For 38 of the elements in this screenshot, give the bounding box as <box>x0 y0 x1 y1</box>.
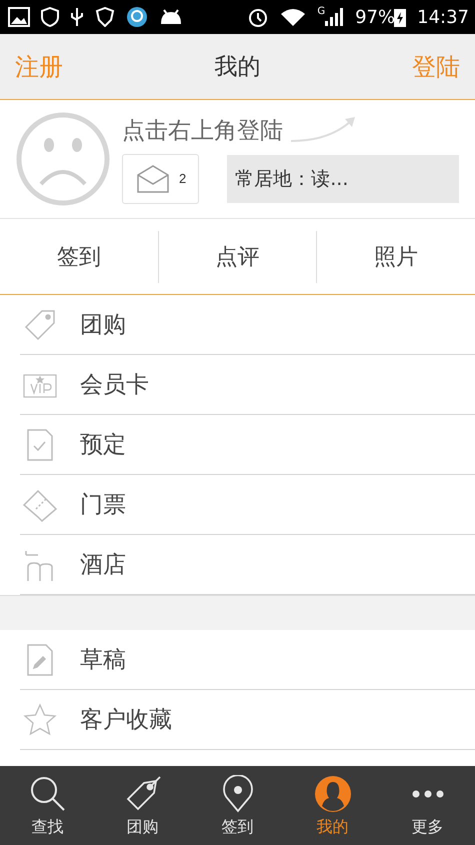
user-icon <box>314 774 352 812</box>
shield-icon <box>41 7 59 27</box>
page-title: 我的 <box>214 53 260 82</box>
battery-percent: 97% <box>355 6 396 28</box>
sad-face-icon <box>16 112 110 206</box>
menu-item[interactable]: 预定 <box>20 415 475 474</box>
stat-tab[interactable]: 点评 <box>158 230 316 282</box>
nav-tab[interactable]: 签到 <box>190 766 285 845</box>
stat-tab[interactable]: 签到 <box>0 230 158 282</box>
star-icon <box>22 702 58 738</box>
nav-tab[interactable]: 查找 <box>0 766 95 845</box>
alarm-icon <box>247 6 270 28</box>
menu-item[interactable]: 客户收藏 <box>20 690 475 749</box>
wifi-icon <box>280 7 306 27</box>
menu-item[interactable]: 酒店 <box>20 535 475 594</box>
usb-icon <box>70 7 84 27</box>
nav-tab[interactable]: 更多 <box>380 766 475 845</box>
battery-icon <box>394 7 406 27</box>
clock: 14:37 <box>417 6 469 28</box>
messages-button[interactable]: 2 <box>122 154 200 204</box>
network-type: G <box>317 6 326 17</box>
menu-item[interactable]: 门票 <box>20 475 475 534</box>
android-icon <box>159 8 183 26</box>
nav-tab[interactable]: 我的 <box>285 766 380 845</box>
menu-item[interactable]: 团购 <box>20 295 475 354</box>
envelope-icon <box>137 164 169 192</box>
login-prompt: 点击右上角登陆 <box>122 116 283 146</box>
residence-field[interactable]: 常居地：读... <box>227 154 459 202</box>
signal-icon <box>324 7 344 27</box>
image-icon <box>8 7 30 27</box>
more-icon <box>412 790 444 798</box>
search-icon <box>28 774 66 812</box>
menu-item[interactable]: 草稿 <box>20 630 475 689</box>
app-icon <box>126 6 148 28</box>
shield-icon <box>95 7 115 27</box>
stat-tab[interactable]: 照片 <box>316 230 475 282</box>
nav-tab[interactable]: 团购 <box>95 766 190 845</box>
menu-item[interactable]: 会员卡 <box>20 355 475 414</box>
